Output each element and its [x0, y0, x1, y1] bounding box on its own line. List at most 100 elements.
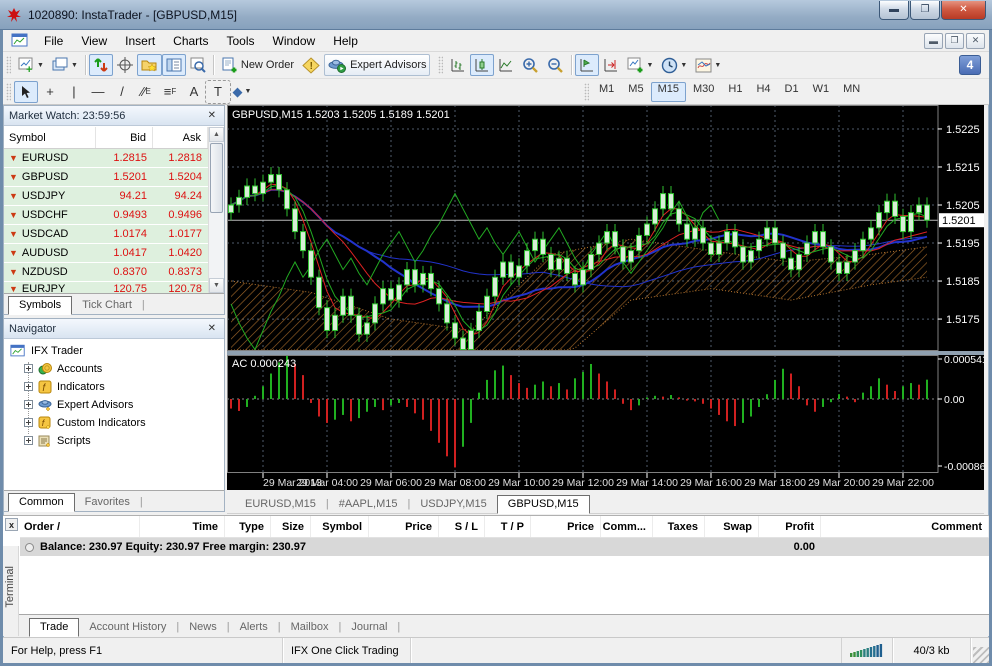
tab-symbols[interactable]: Symbols [8, 296, 72, 315]
tab-mailbox[interactable]: Mailbox [281, 619, 339, 636]
indicators-button[interactable]: ▼ [623, 54, 657, 76]
navigator-item-expert-advisors[interactable]: Expert Advisors [4, 396, 224, 414]
symbol-row-USDCHF[interactable]: ▼USDCHF0.94930.9496 [4, 206, 208, 225]
symbol-row-USDJPY[interactable]: ▼USDJPY94.2194.24 [4, 187, 208, 206]
scroll-up-icon[interactable]: ▲ [209, 127, 224, 142]
status-one-click-trading[interactable]: IFX One Click Trading [283, 638, 411, 663]
child-restore-button[interactable]: ❐ [945, 33, 964, 49]
restore-button[interactable]: ❐ [910, 1, 940, 20]
column-header-swap[interactable]: Swap [705, 516, 759, 537]
expert-advisors-button[interactable]: Expert Advisors [324, 54, 430, 76]
equidistant-channel-tool[interactable]: ∕∕E [134, 81, 158, 103]
menu-help[interactable]: Help [324, 31, 367, 51]
new-chart-button[interactable]: + ▼ [14, 54, 48, 76]
chart-shift-toggle[interactable] [599, 54, 623, 76]
column-header-type[interactable]: Type [225, 516, 271, 537]
bar-chart-button[interactable] [446, 54, 470, 76]
timeframe-M30[interactable]: M30 [686, 82, 721, 102]
symbol-row-GBPUSD[interactable]: ▼GBPUSD1.52011.5204 [4, 168, 208, 187]
terminal-close-icon[interactable]: x [5, 518, 18, 531]
column-header-comm[interactable]: Comm... [601, 516, 653, 537]
symbol-row-NZDUSD[interactable]: ▼NZDUSD0.83700.8373 [4, 263, 208, 282]
text-label-tool[interactable]: T [206, 81, 230, 103]
fibonacci-tool[interactable]: ≡F [158, 81, 182, 103]
child-minimize-button[interactable]: ▬ [924, 33, 943, 49]
toolbar-grip[interactable] [438, 56, 443, 74]
timeframe-M5[interactable]: M5 [621, 82, 650, 102]
cursor-tool[interactable] [14, 81, 38, 103]
navigator-item-custom-indicators[interactable]: fCustom Indicators [4, 414, 224, 432]
symbol-row-AUDUSD[interactable]: ▼AUDUSD1.04171.0420 [4, 244, 208, 263]
zoom-in-button[interactable] [518, 54, 543, 76]
column-header-taxes[interactable]: Taxes [653, 516, 705, 537]
expand-icon[interactable] [24, 382, 33, 391]
column-header-comment[interactable]: Comment [821, 516, 989, 537]
child-close-button[interactable]: ✕ [966, 33, 985, 49]
menu-window[interactable]: Window [264, 31, 325, 51]
market-watch-toggle[interactable] [89, 54, 113, 76]
auto-scroll-toggle[interactable] [575, 54, 599, 76]
vertical-line-tool[interactable]: | [62, 81, 86, 103]
menu-insert[interactable]: Insert [116, 31, 164, 51]
chart-area[interactable]: 1.52251.52151.52051.51951.51851.51751.52… [227, 105, 984, 490]
close-icon[interactable]: ✕ [205, 110, 219, 121]
column-header-size[interactable]: Size [271, 516, 311, 537]
line-chart-button[interactable] [494, 54, 518, 76]
tab-journal[interactable]: Journal [341, 619, 397, 636]
trendline-tool[interactable]: / [110, 81, 134, 103]
column-header-time[interactable]: Time [140, 516, 225, 537]
column-header-price[interactable]: Price [369, 516, 439, 537]
alert-button[interactable]: ! [298, 54, 324, 76]
expand-icon[interactable] [24, 436, 33, 445]
candlestick-button[interactable] [470, 54, 494, 76]
menu-charts[interactable]: Charts [164, 31, 217, 51]
close-button[interactable]: ✕ [941, 1, 986, 20]
column-header-order[interactable]: Order / [20, 516, 140, 537]
terminal-toggle[interactable] [162, 54, 186, 76]
zoom-out-button[interactable] [543, 54, 568, 76]
new-order-button[interactable]: New Order [217, 54, 298, 76]
timeframe-W1[interactable]: W1 [806, 82, 837, 102]
column-header-bid[interactable]: Bid [96, 127, 153, 148]
scrollbar-thumb[interactable] [210, 143, 223, 213]
market-watch-scrollbar[interactable]: ▲ ▼ [208, 127, 224, 293]
scroll-down-icon[interactable]: ▼ [209, 278, 224, 293]
tab-trade[interactable]: Trade [29, 618, 79, 637]
navigator-toggle[interactable] [137, 54, 162, 76]
resize-grip[interactable] [973, 647, 989, 663]
timeframe-M15[interactable]: M15 [651, 82, 686, 102]
chart-window-icon[interactable] [11, 33, 29, 48]
menu-file[interactable]: File [35, 31, 72, 51]
timeframe-MN[interactable]: MN [836, 82, 867, 102]
symbol-row-USDCAD[interactable]: ▼USDCAD1.01741.0177 [4, 225, 208, 244]
expand-icon[interactable] [24, 418, 33, 427]
chart-tab--aapl-m15[interactable]: #AAPL,M15 [329, 496, 408, 513]
symbol-row-EURJPY[interactable]: ▼EURJPY120.75120.78 [4, 282, 208, 293]
timeframe-H1[interactable]: H1 [721, 82, 749, 102]
navigator-item-indicators[interactable]: fIndicators [4, 378, 224, 396]
column-header-symbol[interactable]: Symbol [4, 127, 96, 148]
timeframe-D1[interactable]: D1 [778, 82, 806, 102]
navigator-item-accounts[interactable]: Accounts [4, 360, 224, 378]
navigator-root[interactable]: IFX Trader [4, 343, 224, 360]
toolbar-grip[interactable] [6, 83, 11, 101]
expand-icon[interactable] [24, 400, 33, 409]
timeframe-M1[interactable]: M1 [592, 82, 621, 102]
chart-tab-eurusd-m15[interactable]: EURUSD,M15 [235, 496, 326, 513]
horizontal-line-tool[interactable]: — [86, 81, 110, 103]
close-icon[interactable]: ✕ [205, 323, 219, 334]
periods-button[interactable]: ▼ [657, 54, 691, 76]
strategy-tester-toggle[interactable] [186, 54, 210, 76]
arrows-tool[interactable]: ◆▼ [230, 81, 254, 103]
toolbar-grip[interactable] [6, 56, 11, 74]
column-header-tp[interactable]: T / P [485, 516, 531, 537]
menu-tools[interactable]: Tools [218, 31, 264, 51]
minimize-button[interactable]: ▬ [879, 1, 909, 20]
tab-alerts[interactable]: Alerts [230, 619, 278, 636]
data-window-toggle[interactable] [113, 54, 137, 76]
tab-news[interactable]: News [179, 619, 227, 636]
menu-view[interactable]: View [72, 31, 116, 51]
column-header-sl[interactable]: S / L [439, 516, 485, 537]
tab-tick-chart[interactable]: Tick Chart [72, 297, 142, 314]
column-header-ask[interactable]: Ask [153, 127, 208, 148]
